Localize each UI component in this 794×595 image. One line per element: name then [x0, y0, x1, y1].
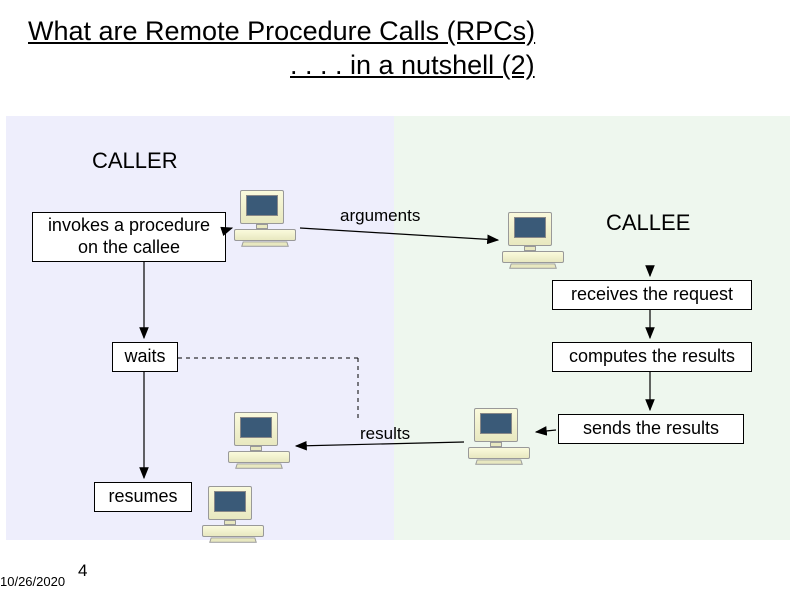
results-label: results: [360, 424, 410, 444]
slide-subtitle: . . . . in a nutshell (2): [290, 50, 535, 81]
computes-box: computes the results: [552, 342, 752, 372]
caller-bg: [6, 116, 394, 540]
callee-label: CALLEE: [606, 210, 690, 236]
invokes-box: invokes a procedure on the callee: [32, 212, 226, 262]
slide-number: 4: [78, 561, 87, 581]
arguments-label: arguments: [340, 206, 420, 226]
resumes-box: resumes: [94, 482, 192, 512]
receives-box: receives the request: [552, 280, 752, 310]
slide-date: 10/26/2020: [0, 574, 65, 589]
sends-box: sends the results: [558, 414, 744, 444]
computer-icon: [468, 408, 530, 462]
computer-icon: [202, 486, 264, 540]
computer-icon: [228, 412, 290, 466]
slide-title: What are Remote Procedure Calls (RPCs): [28, 14, 535, 49]
callee-bg: [394, 116, 790, 540]
computer-icon: [502, 212, 564, 266]
waits-box: waits: [112, 342, 178, 372]
computer-icon: [234, 190, 296, 244]
caller-label: CALLER: [92, 148, 178, 174]
